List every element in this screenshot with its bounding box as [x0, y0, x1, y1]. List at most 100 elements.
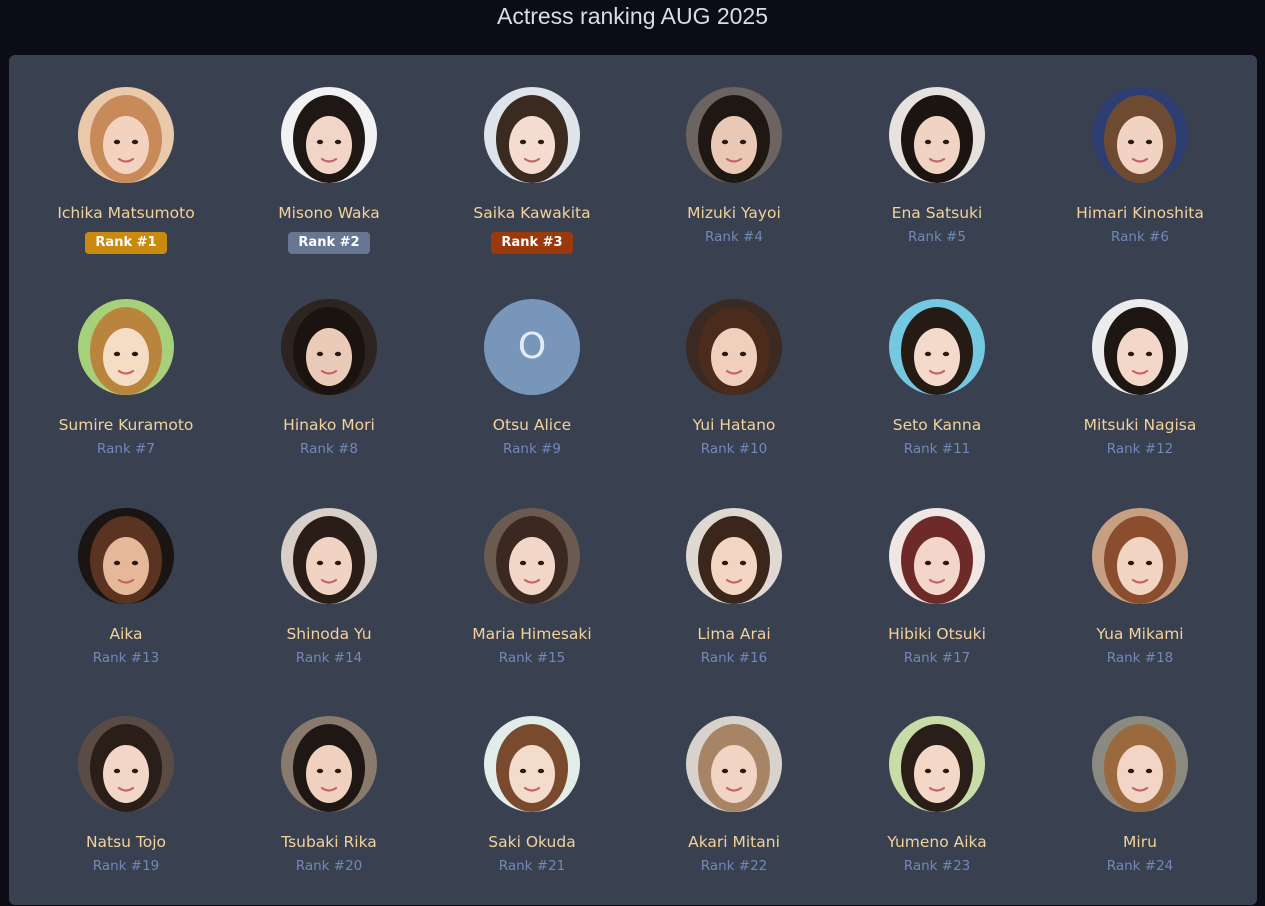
rank-badge: Rank #2	[288, 232, 370, 254]
actress-name[interactable]: Hinako Mori	[229, 415, 429, 435]
actress-card[interactable]: Hibiki Otsuki Rank #17	[837, 508, 1037, 698]
avatar[interactable]	[281, 716, 377, 812]
avatar[interactable]	[1092, 299, 1188, 395]
actress-name[interactable]: Ichika Matsumoto	[26, 203, 226, 223]
avatar[interactable]	[889, 299, 985, 395]
rank-badge-container: Rank #3	[432, 232, 632, 254]
actress-card[interactable]: Mizuki Yayoi Rank #4	[634, 87, 834, 277]
actress-name[interactable]: Maria Himesaki	[432, 624, 632, 644]
actress-card[interactable]: Yua Mikami Rank #18	[1040, 508, 1240, 698]
actress-card[interactable]: Mitsuki Nagisa Rank #12	[1040, 299, 1240, 489]
rank-label: Rank #4	[705, 229, 763, 245]
rank-badge-container: Rank #2	[229, 232, 429, 254]
avatar[interactable]	[686, 299, 782, 395]
actress-card[interactable]: Yui Hatano Rank #10	[634, 299, 834, 489]
avatar[interactable]	[78, 87, 174, 183]
actress-name[interactable]: Mizuki Yayoi	[634, 203, 834, 223]
actress-name[interactable]: Lima Arai	[634, 624, 834, 644]
ranking-grid: Ichika Matsumoto Rank #1 Misono Waka Rank #…	[9, 55, 1257, 905]
actress-card[interactable]: Shinoda Yu Rank #14	[229, 508, 429, 698]
actress-name[interactable]: Akari Mitani	[634, 832, 834, 852]
rank-label: Rank #24	[1106, 858, 1174, 874]
actress-card[interactable]: Saki Okuda Rank #21	[432, 716, 632, 906]
actress-card[interactable]: Hinako Mori Rank #8	[229, 299, 429, 489]
actress-name[interactable]: Saika Kawakita	[432, 203, 632, 223]
rank-label: Rank #17	[903, 650, 971, 666]
actress-name[interactable]: Yumeno Aika	[837, 832, 1037, 852]
rank-label: Rank #23	[903, 858, 971, 874]
avatar[interactable]	[1092, 716, 1188, 812]
rank-label: Rank #8	[300, 441, 358, 457]
actress-card[interactable]: Sumire Kuramoto Rank #7	[26, 299, 226, 489]
actress-name[interactable]: Miru	[1040, 832, 1240, 852]
actress-name[interactable]: Aika	[26, 624, 226, 644]
actress-card[interactable]: Misono Waka Rank #2	[229, 87, 429, 277]
rank-label: Rank #21	[498, 858, 566, 874]
avatar[interactable]	[281, 87, 377, 183]
avatar[interactable]	[78, 508, 174, 604]
avatar[interactable]	[484, 716, 580, 812]
avatar[interactable]	[281, 508, 377, 604]
actress-card[interactable]: Maria Himesaki Rank #15	[432, 508, 632, 698]
actress-name[interactable]: Hibiki Otsuki	[837, 624, 1037, 644]
rank-label: Rank #19	[92, 858, 160, 874]
avatar[interactable]	[686, 87, 782, 183]
rank-label: Rank #6	[1111, 229, 1169, 245]
avatar[interactable]	[78, 299, 174, 395]
rank-label: Rank #11	[903, 441, 971, 457]
avatar[interactable]	[484, 508, 580, 604]
rank-badge: Rank #3	[491, 232, 573, 254]
rank-label: Rank #13	[92, 650, 160, 666]
actress-name[interactable]: Tsubaki Rika	[229, 832, 429, 852]
avatar[interactable]	[686, 508, 782, 604]
rank-label: Rank #9	[503, 441, 561, 457]
actress-card[interactable]: Miru Rank #24	[1040, 716, 1240, 906]
page-title: Actress ranking AUG 2025	[496, 3, 769, 29]
actress-name[interactable]: Otsu Alice	[432, 415, 632, 435]
actress-card[interactable]: Himari Kinoshita Rank #6	[1040, 87, 1240, 277]
avatar[interactable]	[1092, 508, 1188, 604]
actress-name[interactable]: Natsu Tojo	[26, 832, 226, 852]
rank-label: Rank #14	[295, 650, 363, 666]
actress-card[interactable]: Yumeno Aika Rank #23	[837, 716, 1037, 906]
rank-label: Rank #22	[700, 858, 768, 874]
avatar[interactable]	[484, 87, 580, 183]
actress-name[interactable]: Ena Satsuki	[837, 203, 1037, 223]
actress-card[interactable]: Seto Kanna Rank #11	[837, 299, 1037, 489]
avatar[interactable]	[889, 508, 985, 604]
actress-name[interactable]: Yua Mikami	[1040, 624, 1240, 644]
actress-card[interactable]: Ena Satsuki Rank #5	[837, 87, 1037, 277]
actress-card[interactable]: O Otsu Alice Rank #9	[432, 299, 632, 489]
actress-card[interactable]: Lima Arai Rank #16	[634, 508, 834, 698]
rank-label: Rank #7	[97, 441, 155, 457]
rank-label: Rank #5	[908, 229, 966, 245]
rank-label: Rank #20	[295, 858, 363, 874]
avatar-placeholder[interactable]: O	[484, 299, 580, 395]
rank-label: Rank #18	[1106, 650, 1174, 666]
actress-name[interactable]: Mitsuki Nagisa	[1040, 415, 1240, 435]
avatar[interactable]	[281, 299, 377, 395]
rank-label: Rank #16	[700, 650, 768, 666]
actress-card[interactable]: Ichika Matsumoto Rank #1	[26, 87, 226, 277]
avatar[interactable]	[686, 716, 782, 812]
avatar[interactable]	[889, 716, 985, 812]
actress-name[interactable]: Yui Hatano	[634, 415, 834, 435]
actress-name[interactable]: Misono Waka	[229, 203, 429, 223]
avatar[interactable]	[1092, 87, 1188, 183]
actress-name[interactable]: Shinoda Yu	[229, 624, 429, 644]
actress-card[interactable]: Tsubaki Rika Rank #20	[229, 716, 429, 906]
actress-card[interactable]: Saika Kawakita Rank #3	[432, 87, 632, 277]
rank-badge: Rank #1	[85, 232, 167, 254]
actress-name[interactable]: Sumire Kuramoto	[26, 415, 226, 435]
actress-card[interactable]: Aika Rank #13	[26, 508, 226, 698]
actress-name[interactable]: Himari Kinoshita	[1040, 203, 1240, 223]
rank-label: Rank #10	[700, 441, 768, 457]
avatar[interactable]	[889, 87, 985, 183]
avatar[interactable]	[78, 716, 174, 812]
actress-card[interactable]: Akari Mitani Rank #22	[634, 716, 834, 906]
rank-label: Rank #15	[498, 650, 566, 666]
actress-card[interactable]: Natsu Tojo Rank #19	[26, 716, 226, 906]
rank-label: Rank #12	[1106, 441, 1174, 457]
actress-name[interactable]: Seto Kanna	[837, 415, 1037, 435]
actress-name[interactable]: Saki Okuda	[432, 832, 632, 852]
